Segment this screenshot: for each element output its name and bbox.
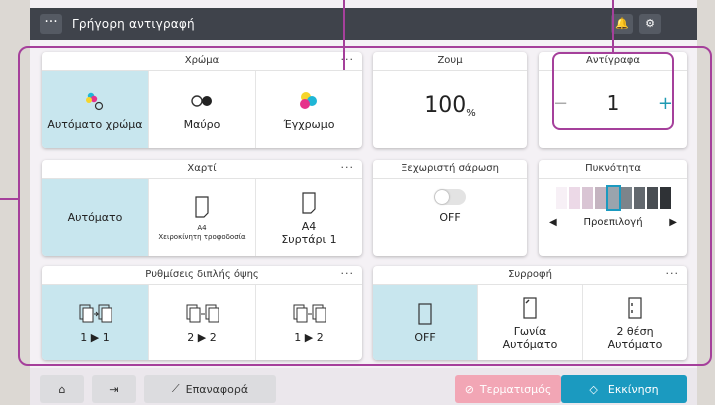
stop-icon: ⊘ xyxy=(464,382,474,396)
exit-icon[interactable]: ⇥ xyxy=(92,375,136,403)
reset-label: Επαναφορά xyxy=(185,382,249,396)
stop-label: Τερματισμός xyxy=(479,382,552,396)
start-button[interactable]: ◇ Εκκίνηση xyxy=(561,375,687,403)
bell-icon[interactable]: 🔔 xyxy=(611,14,633,34)
reset-icon: ⟋ xyxy=(171,382,180,395)
settings-refresh-icon[interactable]: ⚙ xyxy=(639,14,661,34)
callout-line-right xyxy=(612,0,614,52)
reset-button[interactable]: ⟋ Επαναφορά xyxy=(144,375,276,403)
callout-line-top xyxy=(343,0,345,70)
bottom-bar: ⌂ ⇥ ⟋ Επαναφορά ⊘ Τερματισμός ◇ Εκκίνηση xyxy=(30,368,697,405)
screen-title: Γρήγορη αντιγραφή xyxy=(72,17,195,31)
ellipsis-icon[interactable]: ··· xyxy=(40,14,62,34)
stop-button[interactable]: ⊘ Τερματισμός xyxy=(455,375,561,403)
start-icon: ◇ xyxy=(589,382,598,396)
callout-line-left xyxy=(0,198,20,200)
home-icon[interactable]: ⌂ xyxy=(40,375,84,403)
callout-copies-box xyxy=(552,52,674,130)
top-bar: ··· Γρήγορη αντιγραφή 🔔 ⚙ xyxy=(30,8,697,40)
start-label: Εκκίνηση xyxy=(607,382,659,396)
